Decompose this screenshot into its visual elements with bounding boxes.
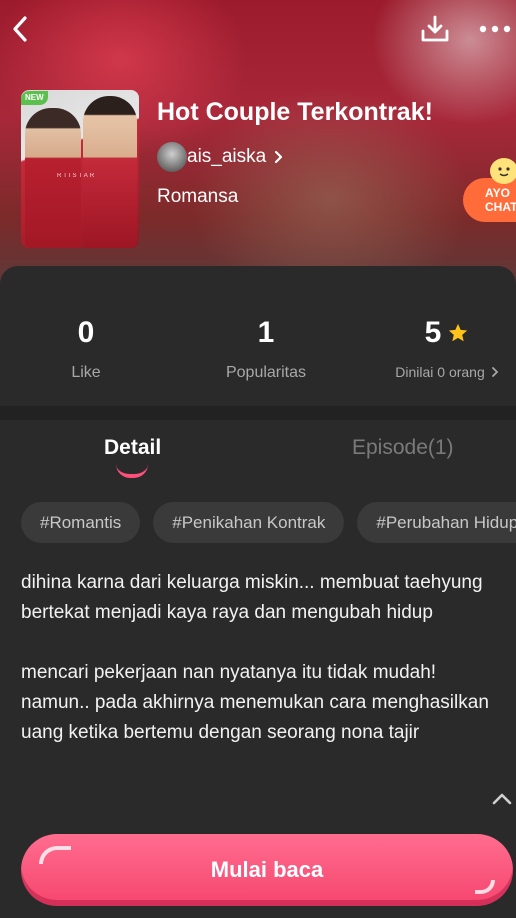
synopsis-paragraph: dihina karna dari keluarga miskin... mem… [21, 572, 483, 623]
stats-row: 0 Like 1 Popularitas 5 Dinilai 0 orang [0, 266, 516, 406]
story-title: Hot Couple Terkontrak! [157, 98, 433, 126]
cover-image[interactable]: RTISTAR [21, 90, 139, 248]
tag-list: #Romantis #Penikahan Kontrak #Perubahan … [21, 502, 516, 543]
avatar [157, 142, 187, 172]
genre-label[interactable]: Romansa [157, 186, 238, 208]
popularity-label: Popularitas [225, 364, 307, 381]
download-button[interactable] [418, 12, 452, 46]
synopsis-paragraph: mencari pekerjaan nan nyatanya itu tidak… [21, 662, 489, 743]
like-label: Like [71, 364, 101, 381]
chevron-up-icon [492, 793, 512, 805]
section-divider [0, 406, 516, 420]
tab-detail[interactable]: Detail [104, 436, 161, 460]
back-button[interactable] [6, 12, 34, 46]
tag-chip[interactable]: #Perubahan Hidup [357, 502, 516, 543]
tag-chip[interactable]: #Penikahan Kontrak [153, 502, 345, 543]
start-reading-label: Mulai baca [210, 857, 324, 882]
tag-chip[interactable]: #Romantis [21, 502, 141, 543]
chat-promo-line1: AYO [485, 186, 510, 200]
start-reading-button[interactable]: Mulai baca [21, 834, 513, 906]
more-horizontal-icon [479, 25, 511, 33]
synopsis: dihina karna dari keluarga miskin... mem… [21, 568, 491, 748]
tab-active-indicator [116, 464, 148, 478]
chat-promo-line2: CHAT [485, 200, 516, 214]
chevron-right-icon [274, 150, 284, 164]
chat-mascot-icon [490, 158, 516, 184]
star-icon [449, 323, 468, 342]
download-icon [421, 15, 449, 42]
collapse-button[interactable] [488, 786, 516, 812]
rating-value: 5 [424, 316, 442, 349]
chevron-left-icon [13, 16, 27, 42]
stat-rating[interactable]: 5 Dinilai 0 orang [388, 316, 506, 380]
chevron-right-icon [491, 367, 499, 377]
chat-promo-button[interactable]: AYO CHAT [463, 178, 516, 222]
stat-like: 0 Like [46, 316, 126, 382]
tab-bar: Detail Episode(1) [0, 420, 516, 482]
tab-episode[interactable]: Episode(1) [352, 436, 454, 460]
cover-brand-text: RTISTAR [57, 173, 97, 179]
popularity-count: 1 [257, 316, 275, 349]
more-options-button[interactable] [476, 14, 514, 44]
author-link[interactable]: ais_aiska [157, 142, 284, 172]
rating-label: Dinilai 0 orang [395, 364, 485, 380]
new-badge: NEW [21, 91, 48, 105]
like-count: 0 [77, 316, 95, 349]
author-name: ais_aiska [187, 146, 267, 167]
stat-popularity: 1 Popularitas [210, 316, 322, 382]
